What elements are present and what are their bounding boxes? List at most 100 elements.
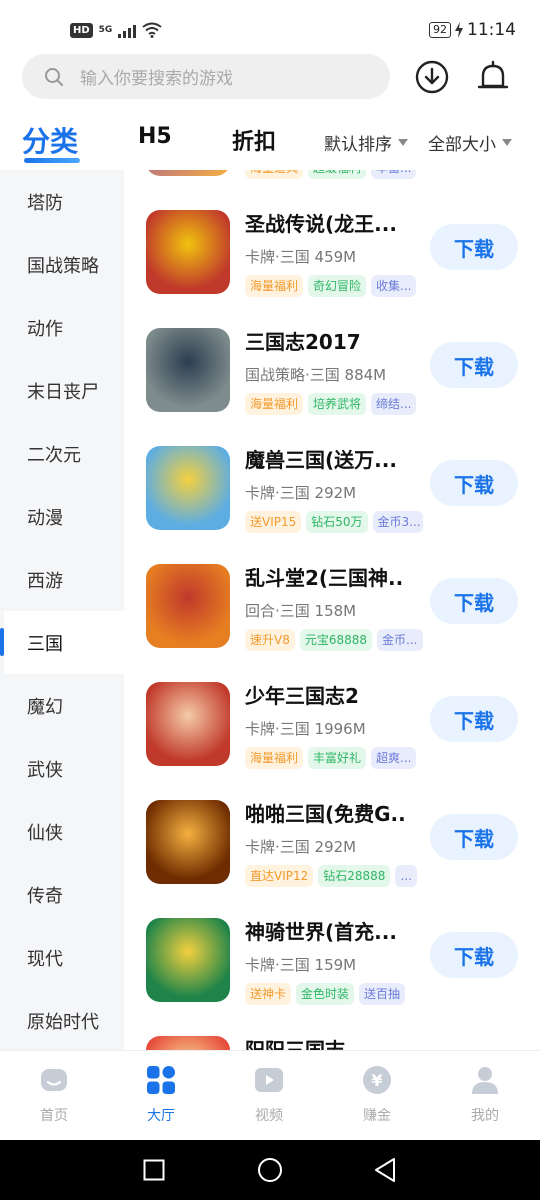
download-manager-icon[interactable] xyxy=(414,58,450,96)
sidebar-item[interactable]: 现代 xyxy=(0,926,124,989)
game-tags: 海量道具 超级福利 丰富... xyxy=(245,170,417,179)
list-item[interactable]: 阳阳三国志 xyxy=(124,1022,540,1050)
game-tags: 速升V8 元宝68888 金币... xyxy=(245,629,423,651)
tag: 缔结... xyxy=(371,393,417,415)
sidebar-item[interactable]: 仙侠 xyxy=(0,800,124,863)
selected-category-indicator xyxy=(0,628,4,656)
sidebar-item[interactable]: 武侠 xyxy=(0,737,124,800)
tab-discount[interactable]: 折扣 xyxy=(232,124,276,156)
list-item[interactable]: 圣战传说(龙王... 卡牌·三国 459M 海量福利 奇幻冒险 收集... 下载 xyxy=(124,196,540,314)
download-button[interactable]: 下载 xyxy=(430,578,518,624)
tag: 超级福利 xyxy=(308,170,367,179)
tag: 金色时装 xyxy=(296,983,355,1005)
game-title: 少年三国志2 xyxy=(245,684,359,708)
size-filter-dropdown[interactable]: 全部大小 xyxy=(428,130,512,155)
list-item[interactable]: 乱斗堂2(三国神... 回合·三国 158M 速升V8 元宝68888 金币... 下载 xyxy=(124,550,540,668)
sidebar-item[interactable]: 三国 xyxy=(4,611,124,674)
game-tags: 海量福利 培养武将 缔结... xyxy=(245,393,417,415)
game-meta: 卡牌·三国 159M xyxy=(245,956,357,974)
nav-label: 视频 xyxy=(255,1108,283,1124)
sidebar-item[interactable]: 二次元 xyxy=(0,422,124,485)
list-item[interactable]: 海量道具 超级福利 丰富... xyxy=(124,170,540,196)
sidebar-item-label: 魔幻 xyxy=(27,696,63,718)
tag: 海量福利 xyxy=(245,393,304,415)
sidebar-item[interactable]: 动作 xyxy=(0,296,124,359)
download-button[interactable]: 下载 xyxy=(430,932,518,978)
download-button[interactable]: 下载 xyxy=(430,814,518,860)
back-icon[interactable] xyxy=(373,1157,397,1183)
nav-label: 我的 xyxy=(471,1108,499,1124)
game-title: 三国志2017 xyxy=(245,330,361,354)
list-item[interactable]: 三国志2017 国战策略·三国 884M 海量福利 培养武将 缔结... 下载 xyxy=(124,314,540,432)
nav-video[interactable]: 视频 xyxy=(229,1065,309,1125)
bottom-navigation: 首页 大厅 视频 ¥ 赚金 我的 xyxy=(0,1050,540,1140)
battery-icon: 92 xyxy=(429,22,451,38)
game-meta: 卡牌·三国 292M xyxy=(245,838,357,856)
game-thumbnail xyxy=(146,564,230,648)
search-input[interactable]: 输入你要搜索的游戏 xyxy=(22,54,390,99)
game-thumbnail xyxy=(146,1036,230,1050)
nav-profile[interactable]: 我的 xyxy=(445,1065,525,1125)
download-button[interactable]: 下载 xyxy=(430,342,518,388)
tag: 海量福利 xyxy=(245,747,304,769)
notification-bell-icon[interactable] xyxy=(475,58,511,96)
game-title: 圣战传说(龙王... xyxy=(245,212,397,236)
game-tags: 海量福利 丰富好礼 超爽... xyxy=(245,747,417,769)
sidebar-item[interactable]: 原始时代 xyxy=(0,989,124,1050)
tag: 速升V8 xyxy=(245,629,295,651)
sidebar-item[interactable]: 末日丧尸 xyxy=(0,359,124,422)
user-icon xyxy=(472,1067,498,1094)
sort-order-label: 默认排序 xyxy=(324,135,392,155)
chevron-down-icon xyxy=(502,139,512,146)
sidebar-item[interactable]: 塔防 xyxy=(0,170,124,233)
tag: 送VIP15 xyxy=(245,511,302,533)
active-tab-underline xyxy=(24,158,80,163)
game-thumbnail xyxy=(146,170,230,176)
sidebar-item[interactable]: 魔幻 xyxy=(0,674,124,737)
list-item[interactable]: 魔兽三国(送万... 卡牌·三国 292M 送VIP15 钻石50万 金币3... 下载 xyxy=(124,432,540,550)
download-button[interactable]: 下载 xyxy=(430,696,518,742)
video-icon xyxy=(255,1068,283,1092)
sidebar-item[interactable]: 动漫 xyxy=(0,485,124,548)
game-thumbnail xyxy=(146,210,230,294)
home-circle-icon[interactable] xyxy=(257,1157,283,1183)
sidebar-item-label: 国战策略 xyxy=(27,255,99,277)
tag: 海量福利 xyxy=(245,275,304,297)
tab-category[interactable]: 分类 xyxy=(22,120,78,160)
nav-home[interactable]: 首页 xyxy=(14,1065,94,1125)
tag: 金币... xyxy=(377,629,423,651)
game-meta: 回合·三国 158M xyxy=(245,602,357,620)
sidebar-item-label: 三国 xyxy=(27,633,63,655)
nav-earn[interactable]: ¥ 赚金 xyxy=(337,1065,417,1125)
sidebar-item[interactable]: 西游 xyxy=(0,548,124,611)
svg-text:¥: ¥ xyxy=(371,1071,382,1090)
sidebar-item[interactable]: 传奇 xyxy=(0,863,124,926)
sort-order-dropdown[interactable]: 默认排序 xyxy=(324,130,408,155)
list-item[interactable]: 神骑世界(首充... 卡牌·三国 159M 送神卡 金色时装 送百抽 下载 xyxy=(124,904,540,1022)
recent-apps-icon[interactable] xyxy=(143,1159,165,1181)
sidebar-item-label: 仙侠 xyxy=(27,822,63,844)
game-meta: 卡牌·三国 1996M xyxy=(245,720,366,738)
system-navigation-bar xyxy=(0,1140,540,1200)
nav-hall[interactable]: 大厅 xyxy=(121,1065,201,1125)
network-label: 5G xyxy=(98,25,113,35)
coin-icon: ¥ xyxy=(363,1066,391,1094)
list-item[interactable]: 啪啪三国(免费G... 卡牌·三国 292M 直达VIP12 钻石28888... 下载 xyxy=(124,786,540,904)
tag: 奇幻冒险 xyxy=(308,275,367,297)
sidebar-item[interactable]: 国战策略 xyxy=(0,233,124,296)
size-filter-label: 全部大小 xyxy=(428,135,496,155)
sidebar-item-label: 塔防 xyxy=(27,192,63,214)
download-button[interactable]: 下载 xyxy=(430,224,518,270)
sidebar-item-label: 传奇 xyxy=(27,885,63,907)
category-sidebar: 塔防国战策略动作 末日丧尸 二次元 动漫 西游三国魔幻武侠仙侠传奇现代 原始时代 xyxy=(0,170,124,1050)
tag: ... xyxy=(395,865,417,887)
tab-h5[interactable]: H5 xyxy=(138,124,172,149)
search-icon xyxy=(45,67,63,86)
game-tags: 海量福利 奇幻冒险 收集... xyxy=(245,275,417,297)
tag: 超爽... xyxy=(371,747,417,769)
list-item[interactable]: 少年三国志2 卡牌·三国 1996M 海量福利 丰富好礼 超爽... 下载 xyxy=(124,668,540,786)
status-bar: HD 5G 92 11:14 xyxy=(0,0,540,52)
download-button[interactable]: 下载 xyxy=(430,460,518,506)
home-icon xyxy=(41,1069,67,1091)
tag: 元宝68888 xyxy=(299,629,373,651)
